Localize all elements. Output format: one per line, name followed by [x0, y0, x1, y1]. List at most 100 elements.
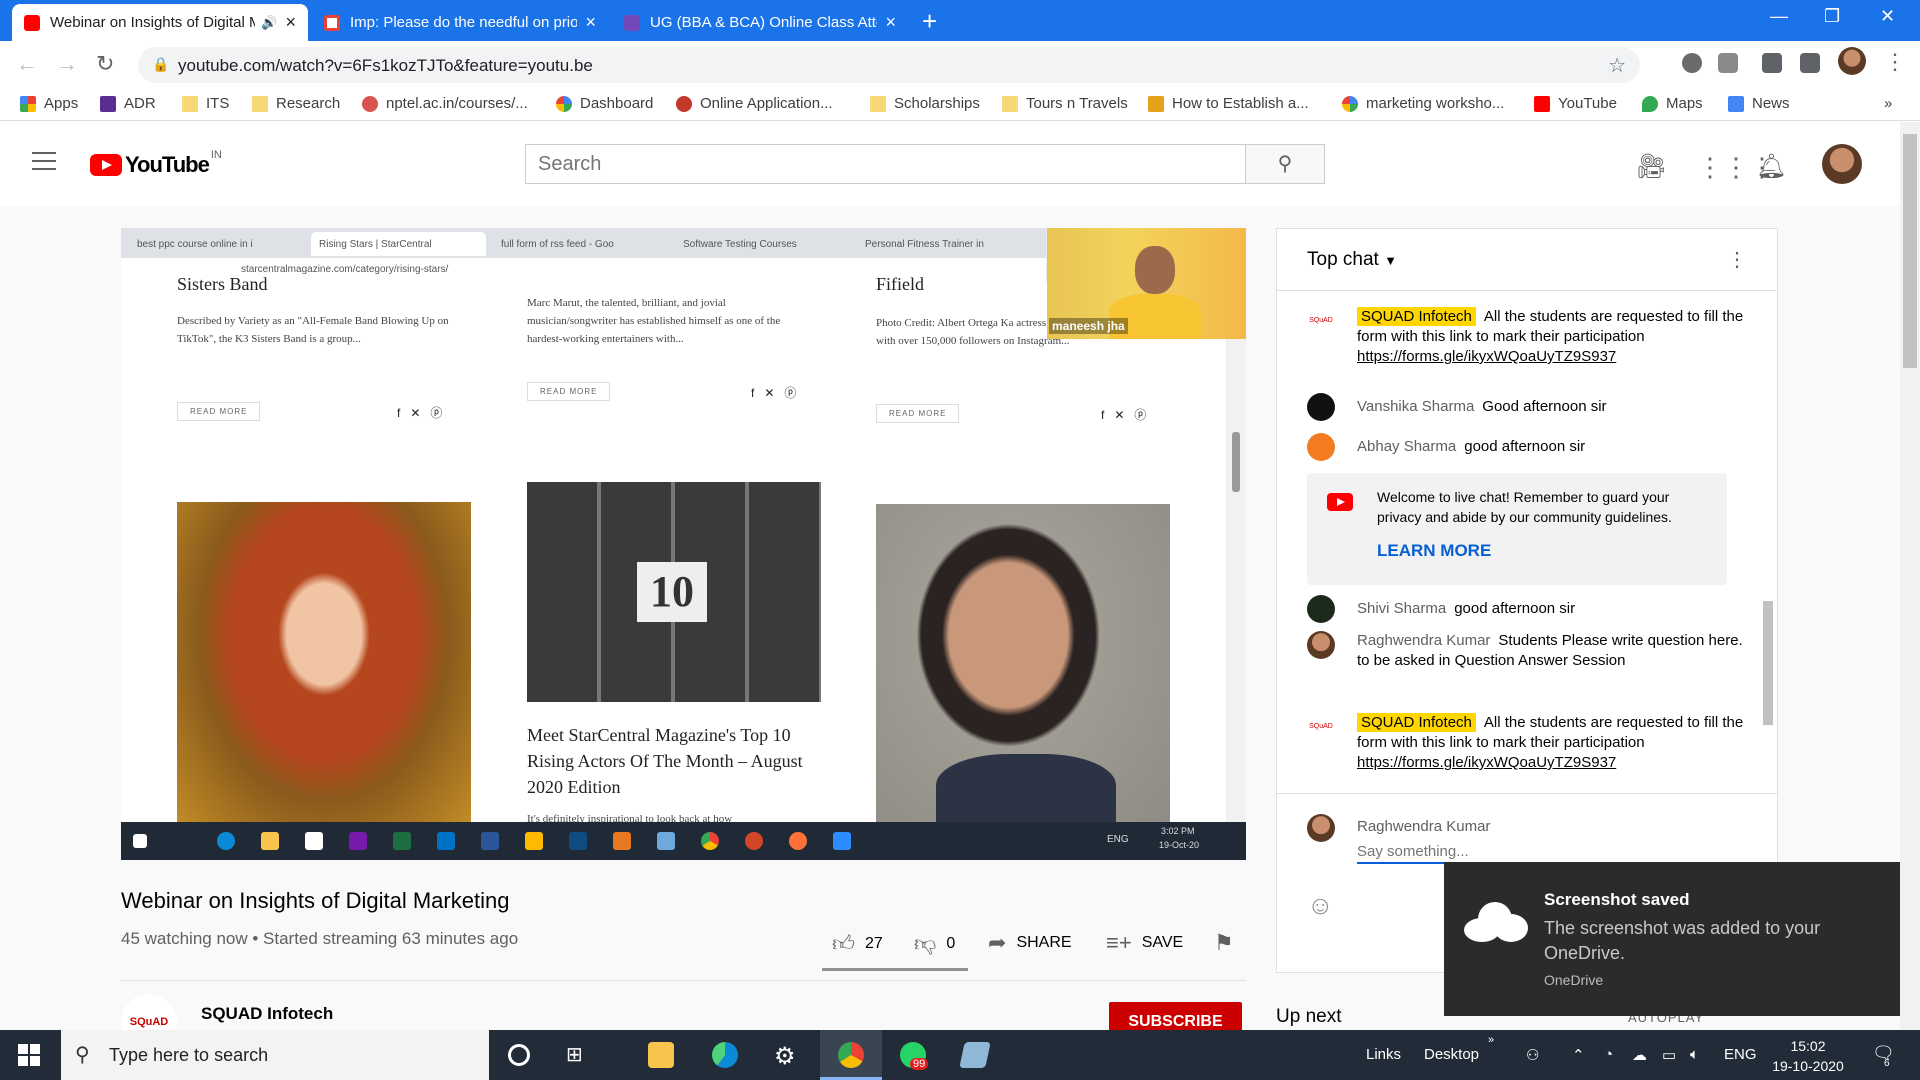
guide-menu-icon[interactable]: [32, 152, 56, 176]
taskbar-search[interactable]: ⚲ Type here to search: [61, 1030, 489, 1080]
browser-menu-icon[interactable]: ⋮: [1884, 49, 1906, 75]
bookmark-news[interactable]: News: [1728, 95, 1790, 112]
edge-icon[interactable]: [712, 1042, 738, 1068]
bookmark-dashboard[interactable]: Dashboard: [556, 95, 653, 112]
bookmark-research[interactable]: Research: [252, 95, 340, 112]
reload-icon[interactable]: ↻: [96, 51, 114, 77]
cortana-icon[interactable]: [508, 1044, 530, 1066]
bookmark-nptel[interactable]: nptel.ac.in/courses/...: [362, 95, 528, 112]
bookmark-its[interactable]: ITS: [182, 95, 229, 112]
wifi-icon[interactable]: ◔: [1604, 1046, 1613, 1063]
drive-extension-icon[interactable]: [1682, 53, 1702, 73]
chat-scrollbar[interactable]: [1759, 291, 1777, 793]
toolbar-expand-icon[interactable]: »: [1488, 1034, 1494, 1046]
chat-link[interactable]: https://forms.gle/ikyxWQoaUyTZ9S937: [1357, 754, 1616, 771]
people-icon[interactable]: ⚇: [1526, 1046, 1539, 1064]
bookmark-online-application[interactable]: Online Application...: [676, 95, 833, 112]
bookmark-adr[interactable]: ADR: [100, 95, 156, 112]
volume-icon[interactable]: 🔈︎: [1690, 1046, 1699, 1063]
shared-tab: Personal Fitness Trainer in: [865, 238, 984, 250]
puzzle-extensions-icon[interactable]: [1762, 53, 1782, 73]
chrome-icon[interactable]: [838, 1042, 864, 1068]
search-input[interactable]: [526, 145, 1245, 183]
close-window-button[interactable]: ✕: [1880, 6, 1895, 27]
top-chat-dropdown[interactable]: Top chat ▼: [1307, 249, 1397, 271]
chat-menu-icon[interactable]: ⋮: [1727, 247, 1747, 272]
bookmark-apps[interactable]: Apps: [20, 95, 78, 112]
restore-button[interactable]: ❐: [1824, 6, 1840, 27]
close-tab-icon[interactable]: ×: [885, 12, 896, 33]
close-tab-icon[interactable]: ×: [285, 12, 296, 33]
chat-text: good afternoon sir: [1454, 600, 1576, 617]
chat-author[interactable]: SQUAD Infotech: [1357, 713, 1476, 732]
bookmark-label: ADR: [124, 95, 156, 112]
chat-author[interactable]: Abhay Sharma: [1357, 438, 1456, 455]
chat-author[interactable]: Raghwendra Kumar: [1357, 632, 1490, 649]
speaker-icon[interactable]: 🔊: [261, 15, 277, 31]
emoji-icon[interactable]: ☺: [1307, 890, 1334, 921]
suit-shape: [936, 754, 1116, 832]
chat-author[interactable]: Shivi Sharma: [1357, 600, 1446, 617]
report-button[interactable]: ⚑: [1214, 930, 1244, 956]
bookmark-marketing[interactable]: marketing worksho...: [1342, 95, 1504, 112]
youtube-logo[interactable]: YouTube IN: [90, 149, 222, 178]
create-video-icon[interactable]: 🎥︎: [1636, 152, 1666, 181]
search-button[interactable]: ⚲: [1245, 144, 1325, 184]
snipping-tool-icon[interactable]: [959, 1042, 991, 1068]
address-url[interactable]: youtube.com/watch?v=6Fs1kozTJTo&feature=…: [178, 56, 593, 76]
channel-name[interactable]: SQUAD Infotech: [201, 1004, 333, 1024]
bookmark-label: Tours n Travels: [1026, 95, 1128, 112]
extension-icon[interactable]: [1718, 53, 1738, 73]
bookmark-tours[interactable]: Tours n Travels: [1002, 95, 1128, 112]
search-box[interactable]: [525, 144, 1245, 184]
system-clock[interactable]: 15:02 19-10-2020: [1768, 1036, 1848, 1076]
like-button[interactable]: 👍︎ 27: [832, 930, 883, 957]
bookmark-star-icon[interactable]: ☆: [1608, 53, 1626, 78]
media-control-icon[interactable]: [1800, 53, 1820, 73]
share-button[interactable]: ➦ SHARE: [988, 930, 1072, 956]
settings-gear-icon[interactable]: ⚙: [774, 1042, 800, 1070]
save-button[interactable]: ≡+ SAVE: [1106, 930, 1183, 956]
onedrive-toast[interactable]: Screenshot saved The screenshot was adde…: [1444, 862, 1900, 1016]
browser-tab-webinar[interactable]: Webinar on Insights of Digital Marketing…: [12, 4, 308, 41]
browser-tab-attendance[interactable]: UG (BBA & BCA) Online Class Attendance ×: [612, 4, 908, 41]
start-windows-icon[interactable]: [18, 1044, 40, 1066]
battery-icon[interactable]: ▭: [1662, 1046, 1676, 1064]
close-tab-icon[interactable]: ×: [585, 12, 596, 33]
address-bar[interactable]: 🔒 youtube.com/watch?v=6Fs1kozTJTo&featur…: [138, 47, 1640, 83]
bookmark-maps[interactable]: Maps: [1642, 95, 1703, 112]
app-icon: [657, 832, 675, 850]
shared-tab: full form of rss feed - Goo: [501, 238, 614, 250]
browser-tab-gmail[interactable]: Imp: Please do the needful on priority ×: [312, 4, 608, 41]
chat-message: Shivi Sharma good afternoon sir: [1307, 595, 1747, 623]
links-toolbar[interactable]: Links: [1366, 1046, 1401, 1063]
show-hidden-icons[interactable]: ⌃: [1572, 1046, 1585, 1064]
bookmark-youtube[interactable]: YouTube: [1534, 95, 1617, 112]
notifications-bell-icon[interactable]: 🔔︎: [1756, 152, 1786, 181]
video-player[interactable]: best ppc course online in i Rising Stars…: [121, 228, 1246, 860]
onedrive-tray-icon[interactable]: ☁: [1632, 1046, 1647, 1064]
forward-arrow-icon[interactable]: →: [56, 51, 78, 77]
account-avatar[interactable]: [1822, 144, 1862, 184]
forms-favicon-icon: [624, 14, 640, 31]
file-explorer-icon[interactable]: [648, 1042, 674, 1068]
language-indicator[interactable]: ENG: [1724, 1046, 1757, 1063]
dislike-button[interactable]: 👎︎ 0: [914, 930, 955, 957]
more-bookmarks-icon[interactable]: »: [1884, 95, 1892, 112]
desktop-toolbar[interactable]: Desktop: [1424, 1046, 1479, 1063]
chat-messages: SQuAD SQUAD Infotech All the students are…: [1277, 291, 1757, 793]
bookmark-establish[interactable]: How to Establish a...: [1148, 95, 1309, 112]
task-view-icon[interactable]: ⊞: [566, 1042, 592, 1068]
chat-author[interactable]: SQUAD Infotech: [1357, 307, 1476, 326]
profile-avatar[interactable]: [1838, 47, 1866, 75]
bookmark-scholarships[interactable]: Scholarships: [870, 95, 980, 112]
learn-more-link[interactable]: LEARN MORE: [1377, 541, 1491, 561]
chat-link[interactable]: https://forms.gle/ikyxWQoaUyTZ9S937: [1357, 348, 1616, 365]
chat-message-input[interactable]: [1357, 840, 1737, 864]
minimize-button[interactable]: —: [1770, 6, 1788, 27]
page-scrollbar[interactable]: [1900, 122, 1920, 1030]
new-tab-button[interactable]: +: [922, 6, 937, 37]
chat-author[interactable]: Vanshika Sharma: [1357, 398, 1474, 415]
back-arrow-icon[interactable]: ←: [16, 51, 38, 77]
user-avatar: [1307, 631, 1335, 659]
